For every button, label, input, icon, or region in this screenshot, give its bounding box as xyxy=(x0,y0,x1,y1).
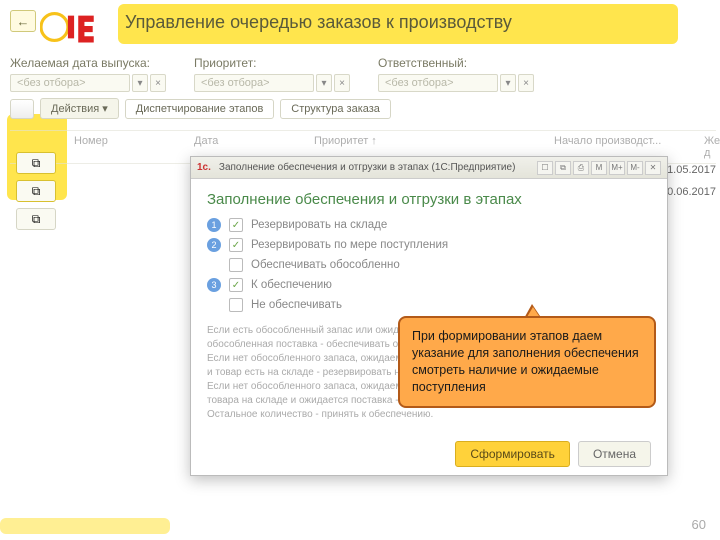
row-icon[interactable]: ⧉ xyxy=(16,208,56,230)
dialog-titlebar-text: Заполнение обеспечения и отгрузки в этап… xyxy=(219,162,516,173)
dispatch-button[interactable]: Диспетчирование этапов xyxy=(125,99,275,119)
chevron-down-icon[interactable]: ▾ xyxy=(316,74,332,92)
back-button[interactable]: ← xyxy=(10,10,36,32)
checkbox-icon[interactable] xyxy=(229,298,243,312)
option-row[interactable]: 1 Резервировать на складе xyxy=(207,218,651,232)
generate-button[interactable]: Сформировать xyxy=(455,441,570,467)
page-title: Управление очередью заказов к производст… xyxy=(125,12,512,33)
option-row[interactable]: 3 К обеспечению xyxy=(207,278,651,292)
slide-number: 60 xyxy=(692,517,706,532)
filter-priority[interactable]: <без отбора> ▾ × xyxy=(194,74,350,92)
checkbox-icon[interactable] xyxy=(229,258,243,272)
actions-button[interactable]: Действия ▾ xyxy=(40,98,119,119)
right-date-column: 1.05.2017 0.06.2017 xyxy=(667,164,716,198)
filter-label-release: Желаемая дата выпуска: xyxy=(10,56,166,70)
filter-label-priority: Приоритет: xyxy=(194,56,350,70)
option-row[interactable]: 2 Резервировать по мере поступления xyxy=(207,238,651,252)
toolbar-icon[interactable]: M xyxy=(591,161,607,175)
row-icons: ⧉ ⧉ ⧉ xyxy=(16,152,56,230)
cancel-button[interactable]: Отмена xyxy=(578,441,651,467)
close-icon[interactable]: ✕ xyxy=(645,161,661,175)
clear-icon[interactable]: × xyxy=(334,74,350,92)
option-row[interactable]: Не обеспечивать xyxy=(207,298,651,312)
filter-bar: Желаемая дата выпуска: <без отбора> ▾ × … xyxy=(10,56,534,92)
dialog-titlebar[interactable]: 1c. Заполнение обеспечения и отгрузки в … xyxy=(191,157,667,179)
logo-1c xyxy=(40,8,102,51)
callout-annotation: При формировании этапов даем указание дл… xyxy=(398,316,656,408)
toolbar-icon[interactable]: ⎙ xyxy=(573,161,589,175)
filter-responsible[interactable]: <без отбора> ▾ × xyxy=(378,74,534,92)
chevron-down-icon[interactable]: ▾ xyxy=(132,74,148,92)
toolbar-icon[interactable]: M+ xyxy=(609,161,625,175)
checkbox-icon[interactable] xyxy=(229,238,243,252)
filter-label-responsible: Ответственный: xyxy=(378,56,534,70)
row-icon[interactable]: ⧉ xyxy=(16,152,56,174)
option-row[interactable]: Обеспечивать обособленно xyxy=(207,258,651,272)
clear-icon[interactable]: × xyxy=(518,74,534,92)
row-icon[interactable]: ⧉ xyxy=(16,180,56,202)
filter-release-date[interactable]: <без отбора> ▾ × xyxy=(10,74,166,92)
clear-icon[interactable]: × xyxy=(150,74,166,92)
toolbar: Действия ▾ Диспетчирование этапов Структ… xyxy=(10,98,391,119)
checkbox-icon[interactable] xyxy=(229,278,243,292)
chevron-down-icon[interactable]: ▾ xyxy=(500,74,516,92)
checkbox-icon[interactable] xyxy=(229,218,243,232)
toolbar-icon[interactable]: ⧉ xyxy=(555,161,571,175)
dialog-heading: Заполнение обеспечения и отгрузки в этап… xyxy=(207,191,651,208)
toolbar-icon[interactable]: M- xyxy=(627,161,643,175)
color-swatch-button[interactable] xyxy=(10,99,34,119)
highlight-footer xyxy=(0,518,170,534)
mini-logo-1c: 1c. xyxy=(197,162,211,173)
toolbar-icon[interactable]: ☐ xyxy=(537,161,553,175)
structure-button[interactable]: Структура заказа xyxy=(280,99,391,119)
